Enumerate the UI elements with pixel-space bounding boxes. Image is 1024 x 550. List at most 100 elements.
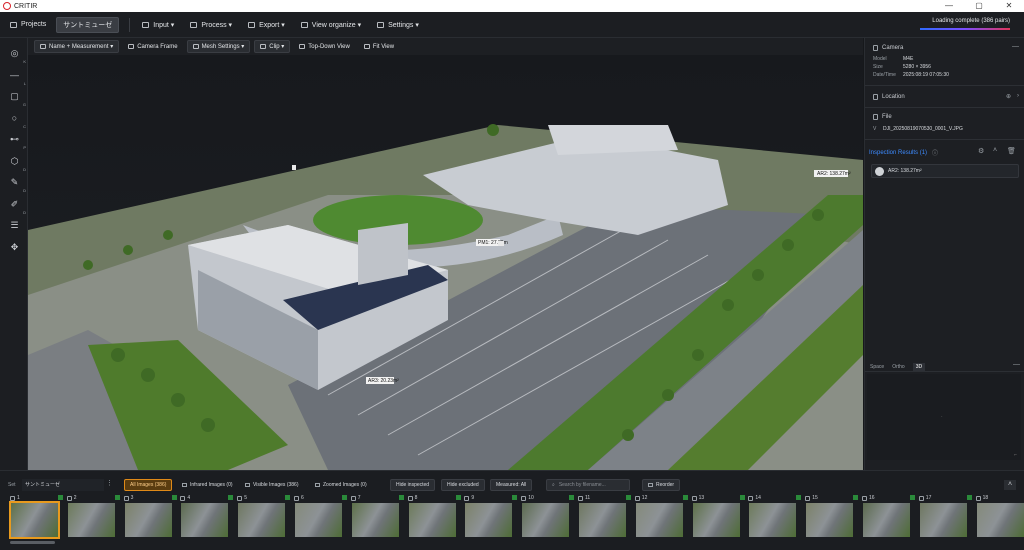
thumbnail-checkbox[interactable] [521,495,527,501]
measured-filter[interactable]: Measured: All [490,479,533,491]
filter-zoomed-images[interactable]: Zoomed Images (0) [310,479,372,491]
image-thumbnail[interactable] [67,503,115,537]
thumbnail-header[interactable]: 1 [10,494,65,502]
thumbnail-header[interactable]: 7 [350,494,406,502]
set-selector[interactable]: サントミューゼ [22,479,104,491]
mesh-settings-dropdown[interactable]: Mesh Settings ▾ [186,40,251,53]
filter-all-images[interactable]: All Images (386) [124,479,173,491]
area-measure-icon[interactable]: ▢ G [7,89,26,107]
thumbnail-checkbox[interactable] [123,495,129,501]
thumbnail-header[interactable]: 3 [123,494,179,502]
thumbnail-header[interactable]: 5 [237,494,292,502]
thumbnail-header[interactable]: 9 [464,494,519,502]
line-measure-icon[interactable]: — L [7,68,26,86]
camera-marker-icon[interactable] [498,241,504,246]
thumbnail-checkbox[interactable] [10,495,15,501]
3d-model-render[interactable]: AR2: 138.27m² PM1: 27.80m AR3: 20.23m² [28,55,863,470]
reorder-button[interactable]: Reorder [642,479,681,491]
pin-icon[interactable]: ⊕ [1006,93,1011,100]
camera-marker-icon[interactable] [292,165,296,170]
image-thumbnail[interactable] [635,503,683,537]
image-thumbnail[interactable] [522,503,570,537]
camera-frame-toggle[interactable]: Camera Frame [123,40,182,53]
menu-settings[interactable]: Settings ▾ [371,17,425,33]
3d-viewport[interactable]: AR2: 138.27m² PM1: 27.80m AR3: 20.23m² [28,55,863,470]
hide-excluded-toggle[interactable]: Hide excluded [441,479,485,491]
image-thumbnail[interactable] [919,503,967,537]
collapse-filmstrip-icon[interactable]: ˄ [1004,480,1016,490]
image-thumbnail[interactable] [465,503,513,537]
project-tab[interactable]: サントミューゼ [56,16,120,33]
chevron-right-icon[interactable]: › [1017,93,1019,99]
measurement-label-ar2[interactable]: AR2: 138.27m² [817,171,851,177]
thumbnail-header[interactable]: 14 [748,494,803,502]
menu-export[interactable]: Export ▾ [242,17,291,33]
thumbnail-header[interactable]: 4 [180,494,235,502]
minimize-icon[interactable]: — [934,0,964,12]
thumbnail-header[interactable]: 8 [407,494,463,502]
polygon-measure-icon[interactable]: ⬡ D [7,154,26,172]
move-icon[interactable]: ✥ [7,240,22,255]
thumbnail-header[interactable]: 12 [634,494,690,502]
image-thumbnail[interactable] [692,503,740,537]
help-icon[interactable]: ⓘ [932,148,938,157]
thumbnail-checkbox[interactable] [464,495,470,501]
measurement-label-ar3[interactable]: AR3: 20.23m² [368,378,399,384]
image-thumbnail[interactable] [749,503,797,537]
image-thumbnail[interactable] [351,503,399,537]
image-thumbnail[interactable] [181,503,229,537]
menu-process[interactable]: Process ▾ [184,17,238,33]
circle-measure-icon[interactable]: ○ C [7,111,26,129]
inspection-results-header[interactable]: Inspection Results (1) ⓘ [869,148,938,158]
image-thumbnail[interactable] [295,503,342,537]
image-thumbnail[interactable] [579,503,626,537]
tab-3d[interactable]: 3D [912,362,926,371]
thumbnail-header[interactable]: 10 [521,494,576,502]
inspection-result-item[interactable]: AR2: 138.27m² [871,164,1019,178]
image-thumbnail[interactable] [9,501,60,539]
clip-dropdown[interactable]: Clip ▾ [254,40,291,53]
thumbnail-checkbox[interactable] [748,495,754,501]
chevron-up-icon[interactable]: ˄ [993,147,997,154]
thumbnail-header[interactable]: 13 [691,494,747,502]
image-thumbnail[interactable] [124,503,172,537]
thumbnail-header[interactable]: 6 [294,494,349,502]
image-thumbnail[interactable] [806,503,854,537]
hide-inspected-toggle[interactable]: Hide inspected [390,479,436,491]
pen-icon[interactable]: ✎ D [7,175,26,193]
thumbnail-checkbox[interactable] [237,495,243,501]
image-thumbnail[interactable] [863,503,910,537]
minimap-view[interactable]: · ⌐ [867,374,1021,460]
thumbnail-header[interactable]: 11 [578,494,633,502]
thumbnail-checkbox[interactable] [407,495,413,501]
filter-visible-images[interactable]: Visible Images (386) [240,479,304,491]
filmstrip-scrollbar[interactable] [10,541,55,544]
tab-ortho[interactable]: Ortho [892,364,905,370]
thumbnail-checkbox[interactable] [862,495,867,501]
top-down-view-button[interactable]: Top-Down View [294,40,355,53]
thumbnail-checkbox[interactable] [66,495,72,501]
menu-view-organize[interactable]: View organize ▾ [295,17,367,33]
close-icon[interactable]: ✕ [994,0,1024,12]
projects-button[interactable]: Projects [4,17,52,33]
image-thumbnail[interactable] [238,503,286,537]
thumbnail-header[interactable]: 18 [975,494,1024,502]
fit-view-button[interactable]: Fit View [359,40,399,53]
thumbnail-checkbox[interactable] [918,495,924,501]
edit-icon[interactable]: ✐ D [7,197,26,215]
gear-icon[interactable]: ⚙ [978,147,984,155]
target-icon[interactable]: ◎ K [7,46,26,64]
thumbnail-checkbox[interactable] [691,495,697,501]
filename-search-input[interactable]: ⌕ Search by filename... [546,479,630,491]
location-section[interactable]: Location ⊕ › [865,86,1024,108]
image-thumbnail[interactable] [408,503,456,537]
thumbnail-checkbox[interactable] [975,495,981,501]
thumbnail-header[interactable]: 2 [66,494,122,502]
thumbnail-checkbox[interactable] [578,495,583,501]
thumbnail-header[interactable]: 16 [862,494,917,502]
thumbnail-checkbox[interactable] [294,495,299,501]
thumbnail-checkbox[interactable] [180,495,186,501]
thumbnail-checkbox[interactable] [805,495,811,501]
minimize-panel-icon[interactable]: — [1013,361,1020,368]
height-measure-icon[interactable]: ⊷ P [7,132,26,150]
